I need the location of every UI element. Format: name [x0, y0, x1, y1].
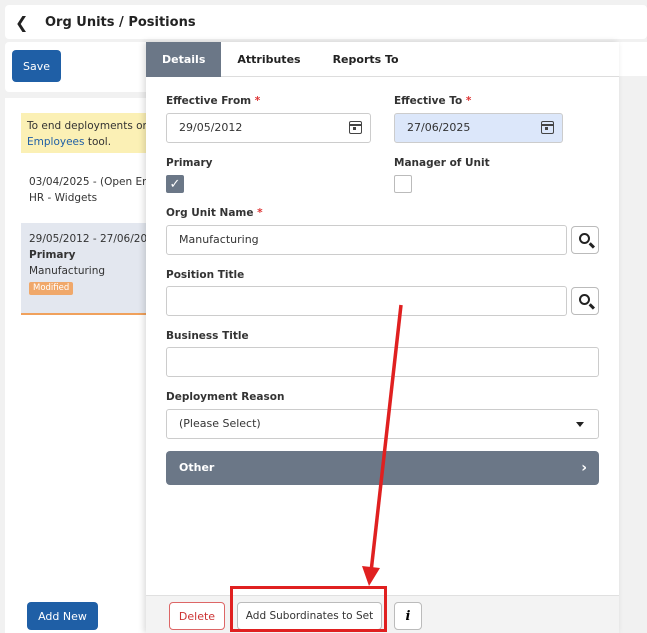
- deployment-date-range: 03/04/2025 - (Open End: [29, 176, 150, 188]
- search-icon: [579, 233, 590, 244]
- business-title-label: Business Title: [166, 330, 249, 342]
- add-subordinates-button[interactable]: Add Subordinates to Set: [237, 602, 382, 630]
- deployment-item-selected[interactable]: 29/05/2012 - 27/06/202 Primary Manufactu…: [21, 223, 150, 315]
- position-title-label: Position Title: [166, 269, 245, 281]
- tab-reports-to[interactable]: Reports To: [317, 42, 415, 77]
- other-section-header[interactable]: Other ›: [166, 451, 599, 485]
- search-icon: [579, 294, 590, 305]
- panel-footer: Delete Add Subordinates to Set i: [146, 595, 619, 633]
- primary-label: Primary: [166, 157, 213, 169]
- tab-bar: Details Attributes Reports To: [146, 42, 619, 77]
- calendar-icon[interactable]: [541, 121, 554, 134]
- modified-badge: Modified: [29, 282, 74, 295]
- tab-attributes[interactable]: Attributes: [221, 42, 316, 77]
- deployment-item[interactable]: 03/04/2025 - (Open End HR - Widgets: [21, 168, 150, 212]
- calendar-icon[interactable]: [349, 121, 362, 134]
- tab-details[interactable]: Details: [146, 42, 222, 77]
- notice-banner: To end deployments or r Employees tool.: [21, 113, 150, 153]
- notice-text: To end deployments or r: [27, 120, 150, 132]
- deployment-unit: HR - Widgets: [29, 192, 98, 204]
- add-new-button[interactable]: Add New: [27, 602, 98, 630]
- right-strip: [619, 42, 647, 76]
- save-button[interactable]: Save: [12, 50, 61, 82]
- effective-from-field[interactable]: 29/05/2012: [166, 113, 371, 143]
- deployment-date-range: 29/05/2012 - 27/06/202: [29, 233, 150, 245]
- right-gap: [619, 76, 647, 633]
- deployment-unit: Manufacturing: [29, 265, 106, 277]
- position-search-button[interactable]: [571, 287, 599, 315]
- chevron-right-icon: ›: [581, 460, 587, 476]
- org-unit-search-button[interactable]: [571, 226, 599, 254]
- position-title-field[interactable]: [166, 286, 567, 316]
- manager-of-unit-label: Manager of Unit: [394, 157, 490, 169]
- left-bottom-bar: Add New: [5, 595, 150, 633]
- save-bar: Save: [5, 42, 150, 92]
- deployment-type: Primary: [29, 249, 76, 261]
- info-icon[interactable]: i: [394, 602, 422, 630]
- delete-button[interactable]: Delete: [169, 602, 225, 630]
- business-title-field[interactable]: [166, 347, 599, 377]
- chevron-left-icon[interactable]: ❮: [15, 13, 41, 32]
- deployment-reason-label: Deployment Reason: [166, 391, 285, 403]
- employees-link[interactable]: Employees: [27, 136, 84, 148]
- effective-from-label: Effective From *: [166, 95, 261, 107]
- deployments-panel: To end deployments or r Employees tool. …: [5, 98, 150, 598]
- notice-suffix: tool.: [84, 136, 112, 148]
- org-unit-name-label: Org Unit Name *: [166, 207, 263, 219]
- top-bar: ❮ Org Units / Positions: [5, 5, 647, 39]
- effective-to-label: Effective To *: [394, 95, 472, 107]
- deployment-reason-select[interactable]: (Please Select): [166, 409, 599, 439]
- details-panel: Details Attributes Reports To Effective …: [146, 42, 619, 633]
- effective-to-field[interactable]: 27/06/2025: [394, 113, 563, 143]
- primary-checkbox[interactable]: ✓: [166, 175, 184, 193]
- caret-down-icon: [576, 422, 584, 427]
- manager-of-unit-checkbox[interactable]: [394, 175, 412, 193]
- org-unit-name-field[interactable]: Manufacturing: [166, 225, 567, 255]
- page-title: Org Units / Positions: [45, 14, 196, 30]
- left-column: Save To end deployments or r Employees t…: [5, 42, 150, 633]
